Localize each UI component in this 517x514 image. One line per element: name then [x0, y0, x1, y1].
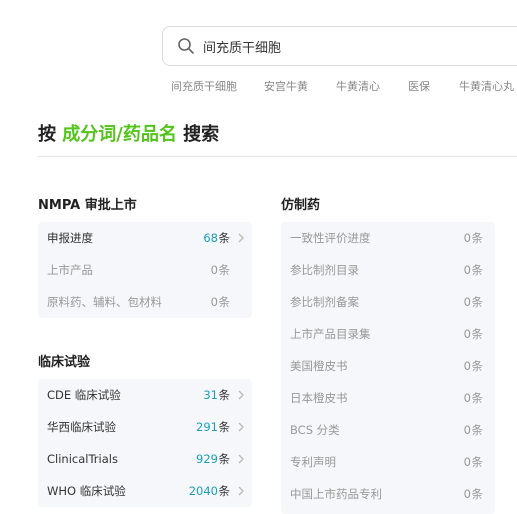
item-count: 0: [463, 295, 471, 309]
item-unit: 条: [471, 231, 484, 245]
search-input[interactable]: [203, 38, 483, 54]
card-generic: 一致性评价进度 0 条 参比制剂目录 0 条 参比制剂备案 0 条 上市产品目录…: [281, 222, 495, 514]
item-count: 31: [203, 388, 218, 402]
list-item: 中国上市药品专利 0 条: [281, 478, 495, 510]
item-unit: 条: [218, 420, 231, 434]
chevron-right-icon: [238, 422, 244, 432]
item-unit: 条: [218, 295, 231, 309]
hot-word-link[interactable]: 牛黄清心: [336, 78, 380, 94]
item-label: 华西临床试验: [47, 420, 116, 434]
list-item: 专利声明 0 条: [281, 446, 495, 478]
list-item[interactable]: 华西临床试验 291 条: [38, 411, 252, 443]
section-title-generic: 仿制药: [281, 198, 321, 213]
item-label: 上市产品: [47, 263, 93, 277]
list-item[interactable]: ClinicalTrials 929 条: [38, 443, 252, 475]
chevron-right-icon: [238, 233, 244, 243]
item-count: 0: [463, 391, 471, 405]
item-count: 0: [210, 295, 218, 309]
page-heading: 按 成分词/药品名 搜索: [38, 120, 219, 146]
item-label: 参比制剂目录: [290, 263, 359, 277]
list-item: 原料药、辅料、包材料 0 条: [38, 286, 252, 318]
chevron-right-icon: [238, 390, 244, 400]
item-unit: 条: [471, 359, 484, 373]
heading-accent[interactable]: 成分词/药品名: [62, 124, 177, 145]
card-nmpa: 申报进度 68 条 上市产品 0 条 原料药、辅料、包材料 0 条: [38, 222, 252, 318]
item-label: BCS 分类: [290, 423, 340, 437]
chevron-right-icon: [238, 486, 244, 496]
hot-word-link[interactable]: 医保: [408, 78, 430, 94]
item-label: 日本橙皮书: [290, 391, 348, 405]
item-unit: 条: [471, 423, 484, 437]
list-item: 参比制剂备案 0 条: [281, 286, 495, 318]
hot-word-link[interactable]: 安宫牛黄: [264, 78, 308, 94]
item-label: 美国橙皮书: [290, 359, 348, 373]
item-label: 一致性评价进度: [290, 231, 371, 245]
list-item: BCS 分类 0 条: [281, 414, 495, 446]
chevron-right-icon: [238, 454, 244, 464]
list-item[interactable]: WHO 临床试验 2040 条: [38, 475, 252, 507]
item-unit: 条: [471, 327, 484, 341]
item-count: 0: [463, 455, 471, 469]
section-title-nmpa: NMPA 审批上市: [38, 198, 137, 213]
item-label: WHO 临床试验: [47, 484, 126, 498]
item-unit: 条: [471, 487, 484, 501]
list-item: 上市产品目录集 0 条: [281, 318, 495, 350]
list-item[interactable]: CDE 临床试验 31 条: [38, 379, 252, 411]
item-label: 参比制剂备案: [290, 295, 359, 309]
hot-word-link[interactable]: 牛黄清心丸: [459, 78, 514, 94]
item-unit: 条: [218, 388, 231, 402]
list-item: 一致性评价进度 0 条: [281, 222, 495, 254]
hot-word-link[interactable]: 间充质干细胞: [171, 78, 237, 94]
list-item: 参比制剂目录 0 条: [281, 254, 495, 286]
item-count: 0: [210, 263, 218, 277]
item-count: 0: [463, 231, 471, 245]
item-count: 0: [463, 359, 471, 373]
item-label: ClinicalTrials: [47, 452, 118, 466]
heading-prefix: 按: [38, 124, 56, 145]
item-label: CDE 临床试验: [47, 388, 121, 402]
item-label: 申报进度: [47, 231, 93, 245]
search-icon: [178, 38, 194, 54]
heading-suffix: 搜索: [183, 124, 220, 145]
item-count: 0: [463, 263, 471, 277]
item-count: 0: [463, 423, 471, 437]
item-count: 0: [463, 327, 471, 341]
list-item: 日本橙皮书 0 条: [281, 382, 495, 414]
item-label: 原料药、辅料、包材料: [47, 295, 162, 309]
item-label: 上市产品目录集: [290, 327, 371, 341]
item-count: 68: [203, 231, 218, 245]
item-unit: 条: [471, 455, 484, 469]
item-unit: 条: [218, 452, 231, 466]
list-item[interactable]: 申报进度 68 条: [38, 222, 252, 254]
item-unit: 条: [218, 484, 231, 498]
item-label: 专利声明: [290, 455, 336, 469]
section-title-clinical: 临床试验: [38, 355, 91, 370]
item-unit: 条: [218, 231, 231, 245]
item-count: 2040: [188, 484, 218, 498]
item-unit: 条: [218, 263, 231, 277]
item-unit: 条: [471, 263, 484, 277]
list-item: 上市产品 0 条: [38, 254, 252, 286]
item-label: 中国上市药品专利: [290, 487, 382, 501]
list-item: 美国橙皮书 0 条: [281, 350, 495, 382]
item-count: 291: [196, 420, 218, 434]
search-box[interactable]: [162, 26, 517, 66]
item-unit: 条: [471, 295, 484, 309]
card-clinical: CDE 临床试验 31 条 华西临床试验 291 条 ClinicalTrial…: [38, 379, 252, 507]
item-unit: 条: [471, 391, 484, 405]
divider: [38, 156, 517, 157]
item-count: 0: [463, 487, 471, 501]
item-count: 929: [196, 452, 218, 466]
